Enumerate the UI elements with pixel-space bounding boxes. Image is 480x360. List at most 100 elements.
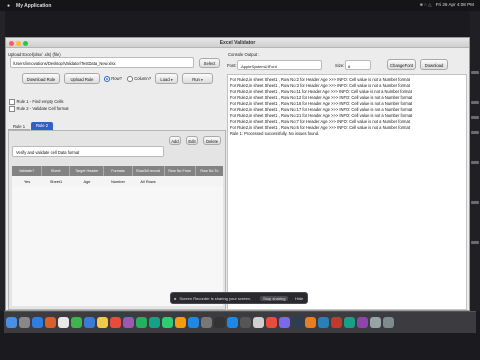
row-radio-dot[interactable]	[104, 75, 110, 82]
status-icons[interactable]: ■ ○ △	[420, 2, 432, 8]
notes-icon[interactable]	[97, 317, 108, 328]
download-button[interactable]: Download	[420, 59, 448, 70]
rule-checkbox[interactable]	[9, 106, 15, 112]
messages-icon[interactable]	[71, 317, 82, 328]
size-label: Size:	[335, 63, 345, 68]
size-field[interactable]: 8	[345, 60, 371, 70]
console-output[interactable]: For Rule2,in sheet Sheet1 , Row No:2 for…	[227, 74, 467, 310]
finder-icon[interactable]	[6, 317, 17, 328]
select-button[interactable]: Select	[199, 58, 220, 68]
rule-item-1[interactable]: Rule 1 - Find empty Cells	[9, 99, 64, 105]
rule-checkbox[interactable]	[9, 99, 15, 105]
console-line: For Rule2,in sheet Sheet1 , Row No:2 for…	[230, 77, 410, 82]
dock	[4, 311, 476, 333]
numbers-icon[interactable]	[162, 317, 173, 328]
row-radio[interactable]: Row?	[104, 75, 122, 82]
mail-icon[interactable]	[84, 317, 95, 328]
menu-clock[interactable]: Fri 26 Apr 4:08 PM	[436, 2, 474, 8]
terminal-icon[interactable]	[214, 317, 225, 328]
photos-icon[interactable]	[123, 317, 134, 328]
zoom-app-icon[interactable]	[344, 317, 355, 328]
chrome-icon[interactable]	[58, 317, 69, 328]
preview-icon[interactable]	[253, 317, 264, 328]
zoom-icon[interactable]	[23, 40, 28, 46]
screen-sharing-banner: ■ Screen Recorder is sharing your screen…	[170, 292, 308, 304]
rule-item-2[interactable]: Rule 2 - Validate Cell format	[9, 106, 69, 112]
vscode-icon[interactable]	[227, 317, 238, 328]
maps-icon[interactable]	[149, 317, 160, 328]
launchpad-icon[interactable]	[19, 317, 30, 328]
facetime-icon[interactable]	[136, 317, 147, 328]
intellij-icon[interactable]	[279, 317, 290, 328]
table-cell[interactable]	[164, 176, 195, 187]
delete-button[interactable]: Delete	[203, 136, 221, 145]
stop-sharing-button[interactable]: Stop sharing	[260, 296, 289, 301]
table-cell[interactable]: All Rows	[132, 176, 164, 187]
brave-icon[interactable]	[45, 317, 56, 328]
load-dropdown[interactable]: Load ▾	[155, 73, 178, 84]
background-editor-minimap	[470, 11, 480, 311]
eclipse-icon[interactable]	[292, 317, 303, 328]
column-header-formats[interactable]: Formats	[104, 166, 133, 176]
java-app-icon[interactable]	[305, 317, 316, 328]
column-header-row-from[interactable]: Row No From	[165, 166, 196, 176]
console-line: For Rule2,in sheet Sheet1 , Row No:21 fo…	[230, 113, 413, 118]
console-line: For Rule2,in sheet Sheet1 , Row No:16 fo…	[230, 101, 413, 106]
download-rule-button[interactable]: Download Rule	[22, 73, 60, 84]
left-panel: Upload Excel(xlsx/ .xls) (file) /Users/i…	[8, 50, 226, 310]
chevron-down-icon: ▾	[170, 78, 173, 82]
apple-icon[interactable]: ●	[7, 3, 10, 9]
tab-label: Rule 2	[35, 123, 49, 128]
settings-icon[interactable]	[201, 317, 212, 328]
trash-icon[interactable]	[383, 317, 394, 328]
column-radio-dot[interactable]	[127, 75, 133, 82]
change-font-button[interactable]: ChangeFont	[387, 59, 416, 70]
safari-icon[interactable]	[32, 317, 43, 328]
downloads-icon[interactable]	[370, 317, 381, 328]
table-cell[interactable]	[195, 176, 223, 187]
table-header: Validate? Sheet Target Header Formats Ro…	[12, 166, 223, 176]
add-button[interactable]: Add	[169, 136, 181, 145]
docker-icon[interactable]	[318, 317, 329, 328]
console-line: Rule 1: Processed successfully. No issue…	[230, 131, 320, 136]
font-field[interactable]: .AppleSystemUIFont	[237, 60, 322, 70]
slack-icon[interactable]	[357, 317, 368, 328]
app-menu-title[interactable]: My Application	[16, 3, 51, 9]
calendar-icon[interactable]	[110, 317, 121, 328]
console-line: For Rule2,in sheet Sheet1 , Row No:17 fo…	[230, 107, 413, 112]
screen-share-text: Screen Recorder is sharing your screen.	[179, 295, 252, 301]
tab-rule-2[interactable]: Rule 2	[31, 122, 53, 130]
table-cell[interactable]: Yes	[12, 176, 42, 187]
pages-icon[interactable]	[175, 317, 186, 328]
table-cell[interactable]: Sheet1	[42, 176, 70, 187]
column-header-validate[interactable]: Validate?	[12, 166, 43, 176]
column-radio[interactable]: Column?	[127, 75, 151, 82]
acrobat-icon[interactable]	[331, 317, 342, 328]
rule-description-field[interactable]: Verify and validate cell Data format	[12, 146, 164, 157]
app-store-icon[interactable]	[188, 317, 199, 328]
table-row[interactable]: Yes Sheet1 Age Number All Rows	[12, 176, 223, 187]
close-icon[interactable]	[9, 40, 14, 46]
menu-bar: ● My Application ■ ○ △ Fri 26 Apr 4:08 P…	[0, 0, 480, 11]
console-line: For Rule2,in sheet Sheet1 , Row No:12 fo…	[230, 95, 413, 100]
rule-label: Rule 2 - Validate Cell format	[16, 106, 69, 111]
table-empty-area	[12, 187, 223, 306]
run-dropdown[interactable]: Run ▾	[182, 73, 213, 84]
edit-button[interactable]: Edit	[186, 136, 198, 145]
minimize-icon[interactable]	[16, 40, 21, 46]
column-header-row-to[interactable]: Row No To	[196, 166, 223, 176]
file-path-field[interactable]: /Users/innovations/Desktop/Validator/Tes…	[10, 57, 194, 68]
table-cell[interactable]: Number	[104, 176, 132, 187]
screen-share-icon: ■	[174, 295, 177, 301]
column-header-target[interactable]: Target Header	[70, 166, 105, 176]
hide-button[interactable]: Hide	[295, 296, 303, 301]
screen-recorder-icon[interactable]	[240, 317, 251, 328]
table-cell[interactable]: Age	[70, 176, 104, 187]
podcasts-icon[interactable]	[266, 317, 277, 328]
window-titlebar[interactable]: Excel Validator	[6, 38, 469, 48]
tab-rule-1[interactable]: Rule 1	[8, 123, 30, 130]
column-header-sheet[interactable]: Sheet	[42, 166, 71, 176]
console-line: For Rule2,in sheet Sheet1 , Row No:6 for…	[230, 125, 410, 130]
upload-rule-button[interactable]: Upload Rule	[64, 73, 100, 84]
column-header-row-all[interactable]: Row/All record	[133, 166, 165, 176]
